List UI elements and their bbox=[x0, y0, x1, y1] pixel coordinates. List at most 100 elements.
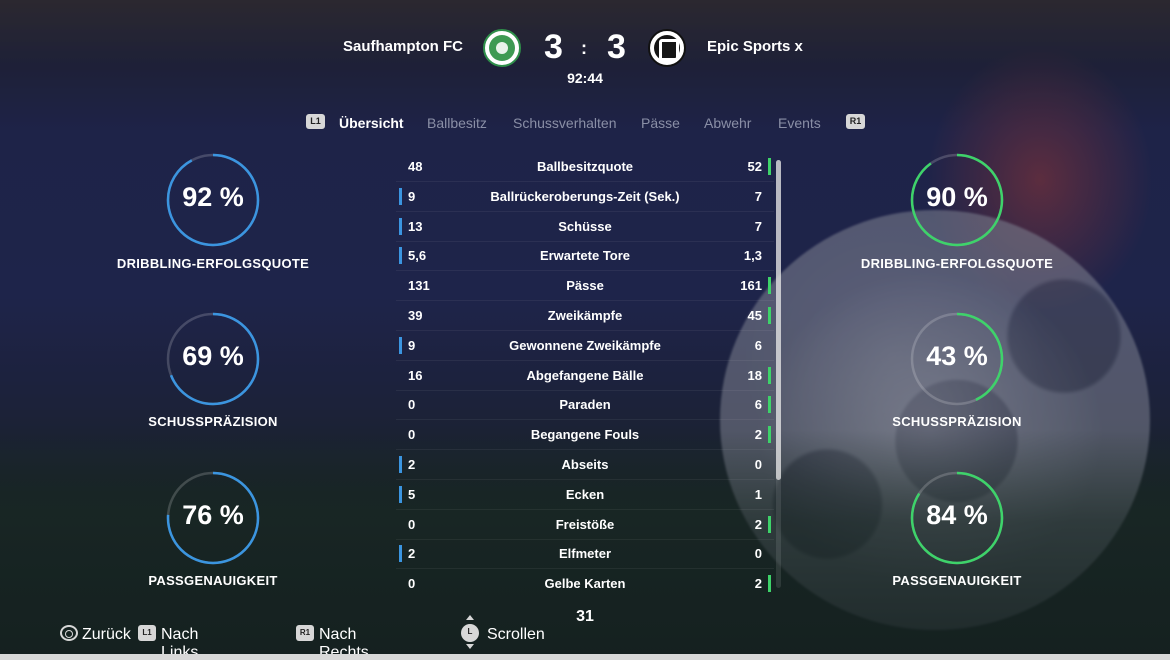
stat-row: 2 Elfmeter 0 bbox=[396, 539, 774, 570]
stat-row: 16 Abgefangene Bälle 18 bbox=[396, 361, 774, 391]
home-crest-icon bbox=[483, 29, 521, 67]
stat-away-value: 2 bbox=[754, 516, 762, 532]
home-dribbling-ring: 92 % bbox=[166, 153, 260, 247]
stat-row: 48 Ballbesitzquote 52 bbox=[396, 152, 774, 182]
r1-shoulder-icon[interactable]: R1 bbox=[846, 114, 865, 129]
stats-tab-bar: L1 Übersicht Ballbesitz Schussverhalten … bbox=[0, 114, 1170, 134]
home-leader-bar bbox=[399, 247, 402, 265]
tab-defense[interactable]: Abwehr bbox=[704, 115, 751, 131]
stat-home-value: 9 bbox=[408, 337, 416, 353]
stat-home-value: 0 bbox=[408, 397, 416, 413]
stat-home-value: 131 bbox=[408, 278, 430, 294]
stat-away-value: 161 bbox=[740, 278, 762, 294]
home-leader-bar bbox=[399, 485, 402, 503]
home-shooting-label: SCHUSSPRÄZISION bbox=[148, 414, 278, 429]
stat-home-value: 5,6 bbox=[408, 248, 427, 264]
score-separator: : bbox=[581, 38, 587, 58]
stat-row: 131 Pässe 161 bbox=[396, 271, 774, 302]
stats-table[interactable]: 48 Ballbesitzquote 52 9 Ballrückeroberungs-Z… bbox=[396, 152, 776, 596]
stat-away-value: 0 bbox=[754, 457, 762, 472]
away-shooting-value: 43 % bbox=[926, 341, 988, 371]
away-passing-label: PASSGENAUIGKEIT bbox=[892, 573, 1022, 588]
away-dribbling-label: DRIBBLING-ERFOLGSQUOTE bbox=[860, 256, 1054, 271]
back-hint[interactable]: Zurück bbox=[82, 626, 131, 644]
away-leader-bar bbox=[768, 158, 771, 175]
tab-possession[interactable]: Ballbesitz bbox=[427, 115, 487, 131]
stat-label: Freistöße bbox=[555, 516, 615, 532]
away-leader-bar bbox=[768, 515, 771, 533]
bottom-edge bbox=[0, 654, 1170, 660]
stat-away-value: 0 bbox=[754, 546, 762, 562]
stat-home-value: 9 bbox=[408, 188, 416, 204]
stat-away-value: 2 bbox=[754, 427, 762, 443]
stat-away-value: 18 bbox=[747, 367, 762, 383]
stat-away-value: 6 bbox=[754, 397, 762, 413]
tab-shooting[interactable]: Schussverhalten bbox=[513, 115, 617, 131]
page-number: 31 bbox=[576, 608, 594, 625]
match-header: Saufhampton FC 3 : 3 Epic Sports x 92:44 bbox=[0, 0, 1170, 100]
stat-away-value: 1 bbox=[754, 486, 762, 502]
away-leader-bar bbox=[768, 396, 771, 414]
home-dribbling-label: DRIBBLING-ERFOLGSQUOTE bbox=[116, 256, 310, 271]
home-team-name: Saufhampton FC bbox=[343, 38, 463, 55]
away-passing-value: 84 % bbox=[926, 500, 988, 530]
stat-label: Erwartete Tore bbox=[539, 248, 631, 264]
stat-label: Begangene Fouls bbox=[530, 427, 640, 443]
left-stick-icon: L bbox=[461, 624, 479, 642]
home-leader-bar bbox=[399, 545, 402, 563]
home-score: 3 bbox=[544, 28, 563, 66]
stat-row: 0 Begangene Fouls 2 bbox=[396, 420, 774, 451]
stat-row: 2 Abseits 0 bbox=[396, 450, 774, 480]
tab-passing[interactable]: Pässe bbox=[641, 115, 680, 131]
home-passing-value: 76 % bbox=[182, 500, 244, 530]
stat-row: 9 Gewonnene Zweikämpfe 6 bbox=[396, 331, 774, 361]
stat-row: 9 Ballrückeroberungs-Zeit (Sek.) 7 bbox=[396, 182, 774, 212]
home-dribbling-value: 92 % bbox=[182, 182, 244, 212]
stat-label: Zweikämpfe bbox=[547, 308, 623, 323]
stat-home-value: 48 bbox=[408, 159, 423, 174]
tab-events[interactable]: Events bbox=[778, 115, 821, 131]
home-leader-bar bbox=[399, 456, 402, 473]
away-shooting-label: SCHUSSPRÄZISION bbox=[892, 414, 1022, 429]
away-score: 3 bbox=[607, 28, 626, 66]
stat-away-value: 1,3 bbox=[743, 248, 762, 264]
stat-label: Gelbe Karten bbox=[544, 576, 626, 592]
r1-button-icon: R1 bbox=[296, 625, 314, 641]
away-crest-icon bbox=[648, 29, 686, 67]
stat-away-value: 45 bbox=[747, 308, 762, 323]
stat-away-value: 52 bbox=[747, 159, 762, 174]
stat-home-value: 2 bbox=[408, 546, 416, 562]
stat-home-value: 5 bbox=[408, 486, 416, 502]
stat-home-value: 2 bbox=[408, 457, 416, 472]
away-passing-ring: 84 % bbox=[910, 471, 1004, 565]
stat-row: 0 Freistöße 2 bbox=[396, 510, 774, 540]
stick-down-arrow-icon bbox=[466, 644, 474, 649]
circle-button-icon bbox=[60, 625, 78, 641]
home-passing-label: PASSGENAUIGKEIT bbox=[148, 573, 278, 588]
away-dribbling-value: 90 % bbox=[926, 182, 988, 212]
home-leader-bar bbox=[399, 336, 402, 354]
stat-row: 0 Paraden 6 bbox=[396, 390, 774, 421]
stat-row: 0 Gelbe Karten 2 bbox=[396, 569, 774, 596]
away-dribbling-ring: 90 % bbox=[910, 153, 1004, 247]
stat-row: 13 Schüsse 7 bbox=[396, 212, 774, 242]
stat-home-value: 13 bbox=[408, 218, 423, 234]
stat-row: 5,6 Erwartete Tore 1,3 bbox=[396, 241, 774, 272]
scrollbar-thumb[interactable] bbox=[776, 160, 781, 480]
away-leader-bar bbox=[768, 366, 771, 384]
away-shooting-ring: 43 % bbox=[910, 312, 1004, 406]
stat-away-value: 6 bbox=[754, 337, 762, 353]
stat-label: Ballrückeroberungs-Zeit (Sek.) bbox=[490, 188, 680, 204]
l1-shoulder-icon[interactable]: L1 bbox=[306, 114, 325, 129]
away-leader-bar bbox=[768, 307, 771, 324]
away-team-name: Epic Sports x bbox=[707, 38, 803, 55]
tab-overview[interactable]: Übersicht bbox=[339, 115, 404, 131]
stat-away-value: 2 bbox=[754, 576, 762, 592]
stat-home-value: 0 bbox=[408, 576, 416, 592]
away-leader-bar bbox=[768, 426, 771, 444]
home-leader-bar bbox=[399, 187, 402, 205]
stat-home-value: 39 bbox=[408, 308, 423, 323]
scroll-hint[interactable]: Scrollen bbox=[487, 626, 545, 644]
stat-label: Ballbesitzquote bbox=[536, 159, 634, 174]
stat-label: Paraden bbox=[559, 397, 611, 413]
